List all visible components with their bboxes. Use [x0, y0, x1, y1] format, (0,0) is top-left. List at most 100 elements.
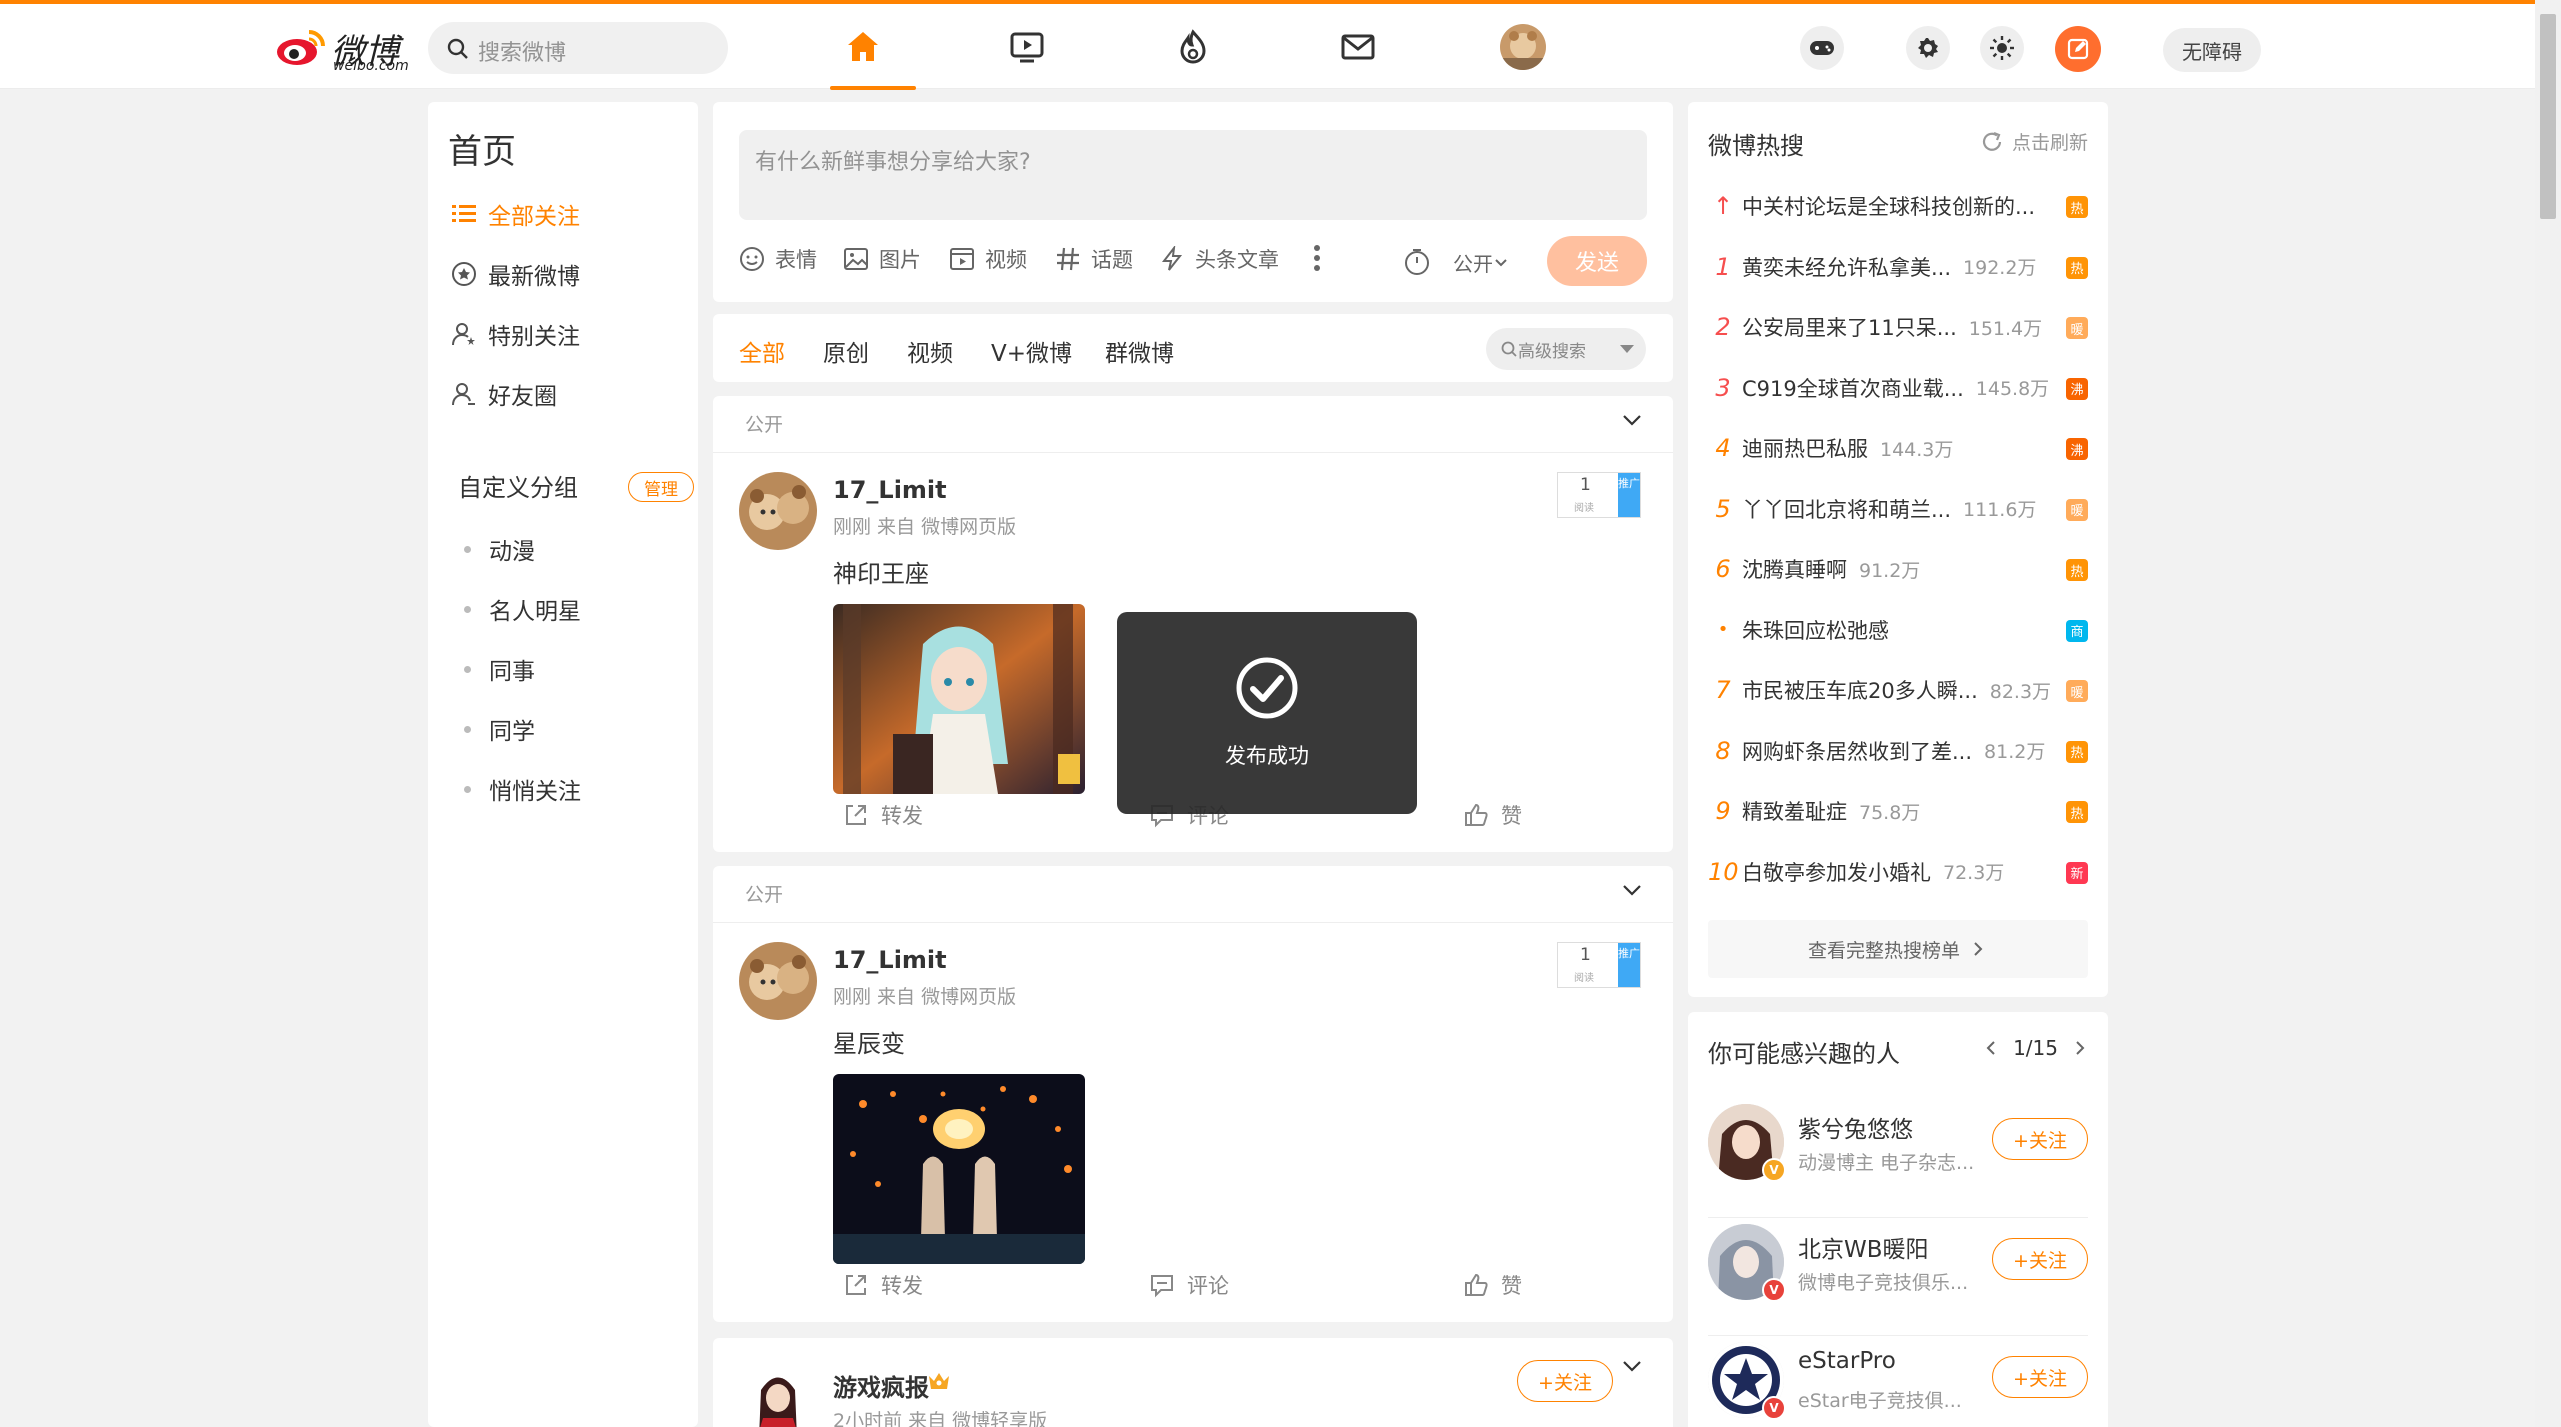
- group-item[interactable]: 同学: [464, 712, 535, 746]
- like-label: 赞: [1501, 1274, 1522, 1298]
- chevron-right-icon[interactable]: [2072, 1038, 2088, 1058]
- group-item[interactable]: 动漫: [464, 532, 535, 566]
- page-scrollbar[interactable]: [2535, 0, 2561, 1427]
- chevron-left-icon[interactable]: [1983, 1038, 1999, 1058]
- search-input[interactable]: 搜索微博: [428, 22, 728, 74]
- tab-original[interactable]: 原创: [823, 334, 869, 368]
- hot-search-title-text: 公安局里来了11只呆...: [1742, 316, 1957, 340]
- group-item[interactable]: 名人明星: [464, 592, 581, 626]
- follow-button[interactable]: +关注: [1992, 1356, 2088, 1398]
- hot-search-tag: 沸: [2066, 377, 2088, 400]
- advanced-search-button[interactable]: 高级搜索: [1486, 328, 1646, 370]
- hot-search-item[interactable]: 10 白敬亭参加发小婚礼 72.3万 新: [1708, 852, 2088, 892]
- refresh-button[interactable]: 点击刷新: [1980, 128, 2088, 155]
- divider: [1708, 1217, 2088, 1218]
- more-tools-button[interactable]: [1313, 244, 1321, 275]
- post-author-avatar[interactable]: [739, 472, 817, 550]
- sidebar-item-latest[interactable]: 最新微博: [450, 254, 580, 294]
- hot-search-item[interactable]: 6 沈腾真睡啊 91.2万 热: [1708, 549, 2088, 589]
- group-item[interactable]: 同事: [464, 652, 535, 686]
- hot-search-title-text: 丫丫回北京将和萌兰...: [1742, 497, 1952, 522]
- accessibility-button[interactable]: 无障碍: [2163, 28, 2261, 72]
- repost-button[interactable]: 转发: [843, 800, 923, 830]
- article-tool[interactable]: 头条文章: [1159, 244, 1279, 274]
- video-tool[interactable]: 视频: [949, 244, 1027, 274]
- sidebar-item-special[interactable]: 特别关注: [450, 314, 580, 354]
- suggested-user[interactable]: V eStarPro eStar电子竞技俱... +关注: [1708, 1342, 2088, 1427]
- hot-search-item[interactable]: 9 精致羞耻症 75.8万 热: [1708, 791, 2088, 831]
- tab-group-weibo[interactable]: 群微博: [1105, 334, 1174, 368]
- scrollbar-thumb[interactable]: [2540, 14, 2556, 219]
- nav-messages[interactable]: [1333, 22, 1383, 72]
- weibo-eye-icon: [277, 30, 325, 65]
- hot-search-item[interactable]: 1 黄奕未经允许私拿美... 192.2万 热: [1708, 247, 2088, 287]
- repost-button[interactable]: 转发: [843, 1270, 923, 1300]
- schedule-button[interactable]: [1403, 248, 1431, 280]
- hot-search-item[interactable]: 4 迪丽热巴私服 144.3万 沸: [1708, 428, 2088, 468]
- write-post-button[interactable]: [2055, 26, 2101, 72]
- image-tool[interactable]: 图片: [843, 244, 921, 274]
- promo-tag[interactable]: 推广: [1618, 473, 1640, 517]
- compose-textarea[interactable]: 有什么新鲜事想分享给大家?: [739, 130, 1647, 220]
- sidebar-item-all-following[interactable]: 全部关注: [450, 194, 580, 234]
- read-count-badge[interactable]: 1 阅读 推广: [1557, 472, 1641, 518]
- suggested-user[interactable]: V 北京WB暖阳 微博电子竞技俱乐... +关注: [1708, 1224, 2088, 1324]
- hot-search-item[interactable]: 3 C919全球首次商业载... 145.8万沸: [1708, 368, 2088, 408]
- tab-all[interactable]: 全部: [739, 334, 785, 368]
- post-menu-button[interactable]: [1621, 412, 1643, 431]
- comment-button[interactable]: 评论: [1149, 1270, 1229, 1300]
- post-author-name[interactable]: 17_Limit: [833, 476, 947, 504]
- suggested-user[interactable]: V 紫兮兔悠悠 动漫博主 电子杂志... +关注: [1708, 1104, 2088, 1204]
- suggested-user-desc: 动漫博主 电子杂志...: [1798, 1152, 1975, 1174]
- manage-groups-button[interactable]: 管理: [628, 472, 694, 502]
- follow-button[interactable]: +关注: [1517, 1360, 1613, 1402]
- hot-search-item[interactable]: • 朱珠回应松弛感 商: [1708, 610, 2088, 650]
- group-item[interactable]: 悄悄关注: [464, 772, 581, 806]
- hot-search-item[interactable]: 7 市民被压车底20多人瞬... 82.3万暖: [1708, 670, 2088, 710]
- post-image[interactable]: [833, 1074, 1085, 1264]
- suggested-user-name[interactable]: 北京WB暖阳: [1798, 1230, 1929, 1264]
- post-author-name[interactable]: 17_Limit: [833, 946, 947, 974]
- hot-search-heat: 192.2万: [1963, 257, 2037, 279]
- send-button[interactable]: 发送: [1547, 236, 1647, 286]
- topic-tool[interactable]: 话题: [1055, 244, 1133, 274]
- read-count-badge[interactable]: 1 阅读 推广: [1557, 942, 1641, 988]
- post-menu-button[interactable]: [1621, 1358, 1643, 1377]
- feed-post: 公开 17_Limit 刚刚 来自 微博网页版 星辰变 1 阅读 推广 转发 评…: [713, 866, 1673, 1322]
- visibility-dropdown[interactable]: 公开: [1453, 248, 1509, 277]
- tab-video[interactable]: 视频: [907, 334, 953, 368]
- hot-search-item[interactable]: 2 公安局里来了11只呆... 151.4万 暖: [1708, 307, 2088, 347]
- like-button[interactable]: 赞: [1463, 800, 1522, 830]
- nav-hot[interactable]: [1168, 22, 1218, 72]
- follow-button[interactable]: +关注: [1992, 1238, 2088, 1280]
- like-button[interactable]: 赞: [1463, 1270, 1522, 1300]
- post-author-avatar[interactable]: [739, 942, 817, 1020]
- post-author-name[interactable]: 游戏疯报: [833, 1368, 929, 1403]
- theme-toggle-button[interactable]: [1980, 26, 2024, 70]
- hot-search-item[interactable]: ↑ 中关村论坛是全球科技创新的... 热: [1708, 186, 2088, 226]
- settings-button[interactable]: [1906, 26, 1950, 70]
- hot-search-item[interactable]: 5 丫丫回北京将和萌兰... 111.6万 暖: [1708, 489, 2088, 529]
- post-menu-button[interactable]: [1621, 882, 1643, 901]
- post-image[interactable]: [833, 604, 1085, 794]
- follow-button[interactable]: +关注: [1992, 1118, 2088, 1160]
- edit-icon: [2067, 38, 2089, 60]
- sidebar-item-friends[interactable]: 好友圈: [450, 374, 557, 414]
- emoji-tool[interactable]: 表情: [739, 244, 817, 274]
- nav-home[interactable]: [838, 22, 888, 72]
- tab-vplus[interactable]: V+微博: [991, 334, 1072, 368]
- nav-user-avatar[interactable]: [1500, 24, 1546, 70]
- hot-search-title-text: 网购虾条居然收到了差...: [1742, 739, 1973, 764]
- suggested-user-name[interactable]: 紫兮兔悠悠: [1798, 1110, 1913, 1144]
- view-all-label: 查看完整热搜榜单: [1807, 939, 1960, 962]
- weibo-logo[interactable]: 微博 weibo.com: [275, 24, 410, 74]
- post-author-avatar[interactable]: [739, 1360, 817, 1427]
- hot-search-tag: 热: [2066, 801, 2088, 823]
- nav-video[interactable]: [1002, 22, 1052, 72]
- people-page-indicator: 1/15: [2013, 1036, 2058, 1060]
- promo-tag[interactable]: 推广: [1618, 943, 1640, 987]
- suggested-user-name[interactable]: eStarPro: [1798, 1348, 1896, 1374]
- hot-search-item[interactable]: 8 网购虾条居然收到了差... 81.2万热: [1708, 731, 2088, 771]
- view-all-hot-button[interactable]: 查看完整热搜榜单: [1708, 920, 2088, 978]
- game-button[interactable]: [1800, 26, 1844, 70]
